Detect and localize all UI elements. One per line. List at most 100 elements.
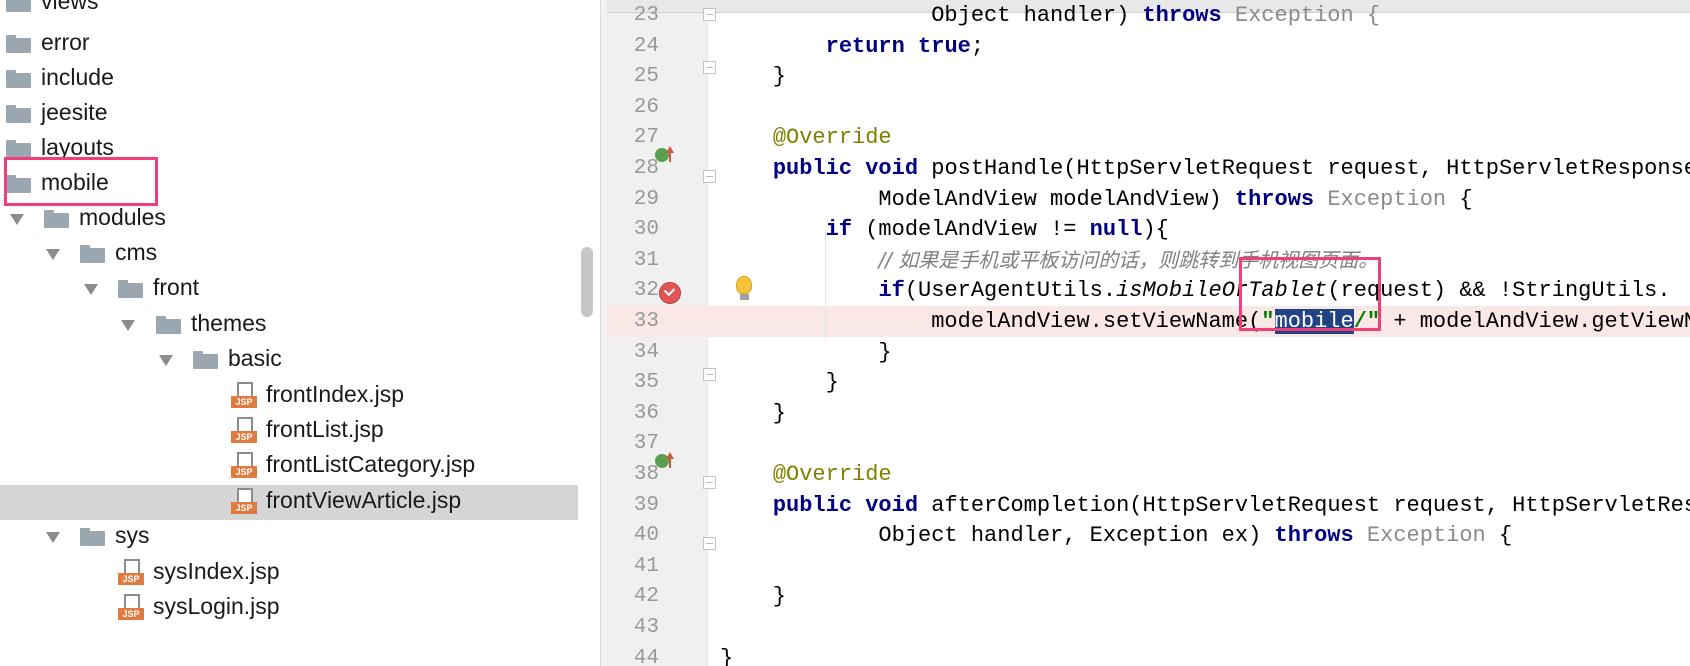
code-line[interactable]: 25 }: [607, 61, 1690, 92]
line-number: 40: [633, 524, 659, 547]
expand-arrow-icon[interactable]: [84, 284, 98, 295]
code-line[interactable]: 44}: [607, 643, 1690, 666]
code-text: Object handler, Exception ex) throws Exc…: [720, 520, 1512, 551]
fold-marker-icon[interactable]: [703, 476, 716, 489]
code-line[interactable]: 24 return true;: [607, 31, 1690, 62]
line-number: 23: [633, 4, 659, 27]
tree-item[interactable]: JSP frontList.jsp: [0, 414, 578, 449]
line-number: 25: [633, 65, 659, 88]
fold-marker-icon[interactable]: [703, 8, 716, 21]
line-number: 41: [633, 555, 659, 578]
tree-item[interactable]: views: [0, 0, 578, 21]
code-text: @Override: [720, 459, 892, 490]
lightbulb-icon[interactable]: [736, 276, 752, 294]
code-token: ModelAndView modelAndView): [720, 187, 1235, 212]
file-badge: JSP: [231, 466, 257, 478]
highlight-box: [4, 157, 158, 206]
tree-item[interactable]: include: [0, 62, 578, 97]
code-editor[interactable]: 23 Object handler) throws Exception {24 …: [607, 0, 1690, 666]
tree-item[interactable]: modules: [0, 202, 578, 237]
tree-scrollbar[interactable]: [581, 247, 593, 317]
tree-item[interactable]: JSP frontListCategory.jsp: [0, 449, 578, 484]
code-token: modelAndView.setViewName(: [720, 309, 1262, 334]
code-line[interactable]: 43: [607, 612, 1690, 643]
code-line[interactable]: 28 public void postHandle(HttpServletReq…: [607, 153, 1690, 184]
breakpoint-icon[interactable]: [659, 282, 681, 304]
file-badge: JSP: [231, 431, 257, 443]
file-badge: JSP: [231, 396, 257, 408]
code-line[interactable]: 40 Object handler, Exception ex) throws …: [607, 520, 1690, 551]
code-token: throws: [1274, 523, 1354, 548]
code-line[interactable]: 42 }: [607, 581, 1690, 612]
line-number: 33: [633, 310, 659, 333]
tree-item-label: frontIndex.jsp: [266, 381, 405, 407]
code-line[interactable]: 39 public void afterCompletion(HttpServl…: [607, 490, 1690, 521]
code-token: ;: [970, 34, 985, 59]
expand-arrow-icon[interactable]: [10, 214, 24, 225]
code-text: }: [720, 337, 891, 368]
expand-arrow-icon[interactable]: [159, 355, 173, 366]
code-line[interactable]: 32 if(UserAgentUtils.isMobileOrTablet(re…: [607, 275, 1690, 306]
tree-item[interactable]: cms: [0, 237, 578, 272]
tree-item[interactable]: JSP sysLogin.jsp: [0, 591, 578, 626]
line-number: 36: [633, 402, 659, 425]
tree-item[interactable]: themes: [0, 308, 578, 343]
code-line[interactable]: 26: [607, 92, 1690, 123]
tree-item[interactable]: JSP frontViewArticle.jsp: [0, 485, 578, 520]
override-arrow-icon: [669, 458, 671, 468]
expand-arrow-icon[interactable]: [46, 532, 60, 543]
folder-icon: [6, 0, 31, 12]
expand-arrow-icon[interactable]: [46, 249, 60, 260]
override-arrow-icon: [669, 152, 671, 162]
code-token: Exception: [1366, 523, 1486, 548]
code-line[interactable]: 31 // 如果是手机或平板访问的话，则跳转到手机视图页面。: [607, 245, 1690, 276]
line-number: 44: [633, 647, 659, 666]
code-token: afterCompletion(HttpServletRequest reque…: [931, 493, 1690, 518]
tree-item[interactable]: front: [0, 272, 578, 307]
line-number: 26: [633, 96, 659, 119]
code-token: {: [1446, 187, 1473, 212]
highlight-box: [1239, 257, 1381, 331]
fold-marker-icon[interactable]: [703, 61, 716, 74]
jsp-file-icon: JSP: [118, 559, 144, 587]
code-token: @Override: [772, 462, 892, 487]
code-text: }: [720, 61, 786, 92]
tree-item[interactable]: error: [0, 27, 578, 62]
tree-item-label: error: [41, 29, 90, 55]
fold-marker-icon[interactable]: [703, 537, 716, 550]
code-line[interactable]: 27 @Override: [607, 122, 1690, 153]
code-text: }: [720, 643, 733, 666]
code-line[interactable]: 37: [607, 428, 1690, 459]
code-token: + modelAndView.getViewName());: [1393, 309, 1690, 334]
line-number: 29: [633, 188, 659, 211]
code-line[interactable]: 30 if (modelAndView != null){: [607, 214, 1690, 245]
code-text: modelAndView.setViewName("mobile/" + mod…: [720, 306, 1690, 337]
tree-item[interactable]: JSP sysIndex.jsp: [0, 556, 578, 591]
code-line[interactable]: 33 modelAndView.setViewName("mobile/" + …: [607, 306, 1690, 337]
tree-item-label: views: [41, 0, 99, 14]
tree-item[interactable]: jeesite: [0, 97, 578, 132]
code-line[interactable]: 29 ModelAndView modelAndView) throws Exc…: [607, 184, 1690, 215]
line-number: 38: [633, 463, 659, 486]
code-text: if (modelAndView != null){: [720, 214, 1169, 245]
code-line[interactable]: 38 @Override: [607, 459, 1690, 490]
code-line[interactable]: 36 }: [607, 398, 1690, 429]
tree-item[interactable]: basic: [0, 343, 578, 378]
code-line[interactable]: 35 }: [607, 367, 1690, 398]
code-token: public void: [772, 493, 919, 518]
fold-marker-icon[interactable]: [703, 170, 716, 183]
code-token: (modelAndView !=: [852, 217, 1090, 242]
code-line[interactable]: 23 Object handler) throws Exception {: [607, 0, 1690, 31]
tree-item[interactable]: JSP frontIndex.jsp: [0, 379, 578, 414]
tree-item-label: modules: [79, 204, 166, 230]
expand-arrow-icon[interactable]: [121, 320, 135, 331]
fold-marker-icon[interactable]: [703, 368, 716, 381]
tree-item[interactable]: sys: [0, 520, 578, 555]
code-line[interactable]: 34 }: [607, 337, 1690, 368]
tree-item-label: include: [41, 64, 114, 90]
code-text: return true;: [720, 31, 984, 62]
code-line[interactable]: 41: [607, 551, 1690, 582]
folder-icon: [80, 528, 105, 546]
